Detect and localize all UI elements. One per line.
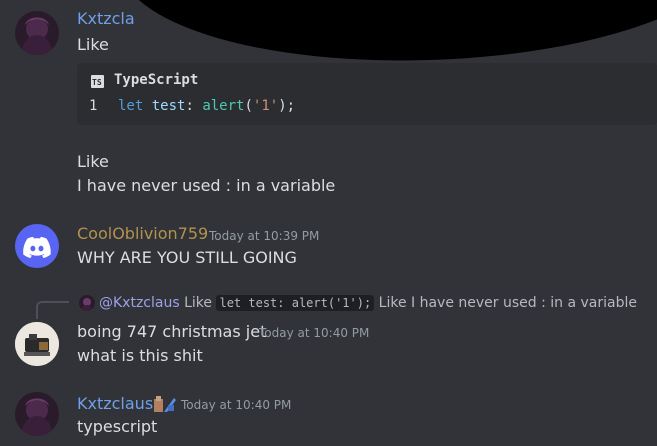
reply-text: Like I have never used : in a variable [378,295,637,311]
reply-inline-code: let test: alert('1'); [216,295,375,311]
author-name[interactable]: CoolOblivion759 [77,224,208,244]
code-punct: ); [278,98,296,114]
author-name[interactable]: Kxtzcla [77,9,135,29]
code-function: alert [202,98,245,114]
message-text: typescript [77,417,158,436]
code-keyword: let [118,98,144,114]
message-text: Like [77,152,109,171]
reply-preview[interactable]: @Kxtzclaus Like let test: alert('1'); Li… [99,294,637,312]
avatar-boing[interactable] [15,322,59,366]
message-timestamp: Today at 10:39 PM [209,229,320,243]
code-block: TS TypeScript 1 let test: alert('1'); [77,63,657,125]
code-variable: test [151,98,186,114]
code-language-label: TypeScript [114,72,199,88]
avatar-kxtzclaus[interactable] [15,392,59,436]
message-text: WHY ARE YOU STILL GOING [77,248,297,267]
reply-spine [36,301,69,319]
code-line-number: 1 [89,98,98,114]
role-badge-icon[interactable] [153,395,177,414]
typescript-icon: TS [91,75,104,88]
reply-avatar[interactable] [79,295,95,311]
avatar-kxtzclaus[interactable] [15,11,59,55]
message-timestamp: Today at 10:40 PM [181,398,292,412]
redaction-overlay [116,0,657,71]
code-string: '1' [252,98,279,114]
code-line: let test: alert('1'); [118,97,295,115]
reply-mention[interactable]: @Kxtzclaus [99,295,180,311]
message-text: I have never used : in a variable [77,176,336,195]
author-name[interactable]: Kxtzclaus [77,394,153,414]
message-text: what is this shit [77,346,203,365]
code-punct: ( [244,98,253,114]
message-text: Like [77,35,109,54]
discord-logo-icon [23,236,51,259]
chat-messages: Kxtzcla Like TS TypeScript 1 let test: a… [0,0,657,446]
code-punct: : [185,98,203,114]
avatar-cooloblivion[interactable] [15,224,59,268]
reply-text: Like [184,295,213,311]
message-timestamp: Today at 10:40 PM [259,326,370,340]
author-name[interactable]: boing 747 christmas jet [77,322,266,342]
